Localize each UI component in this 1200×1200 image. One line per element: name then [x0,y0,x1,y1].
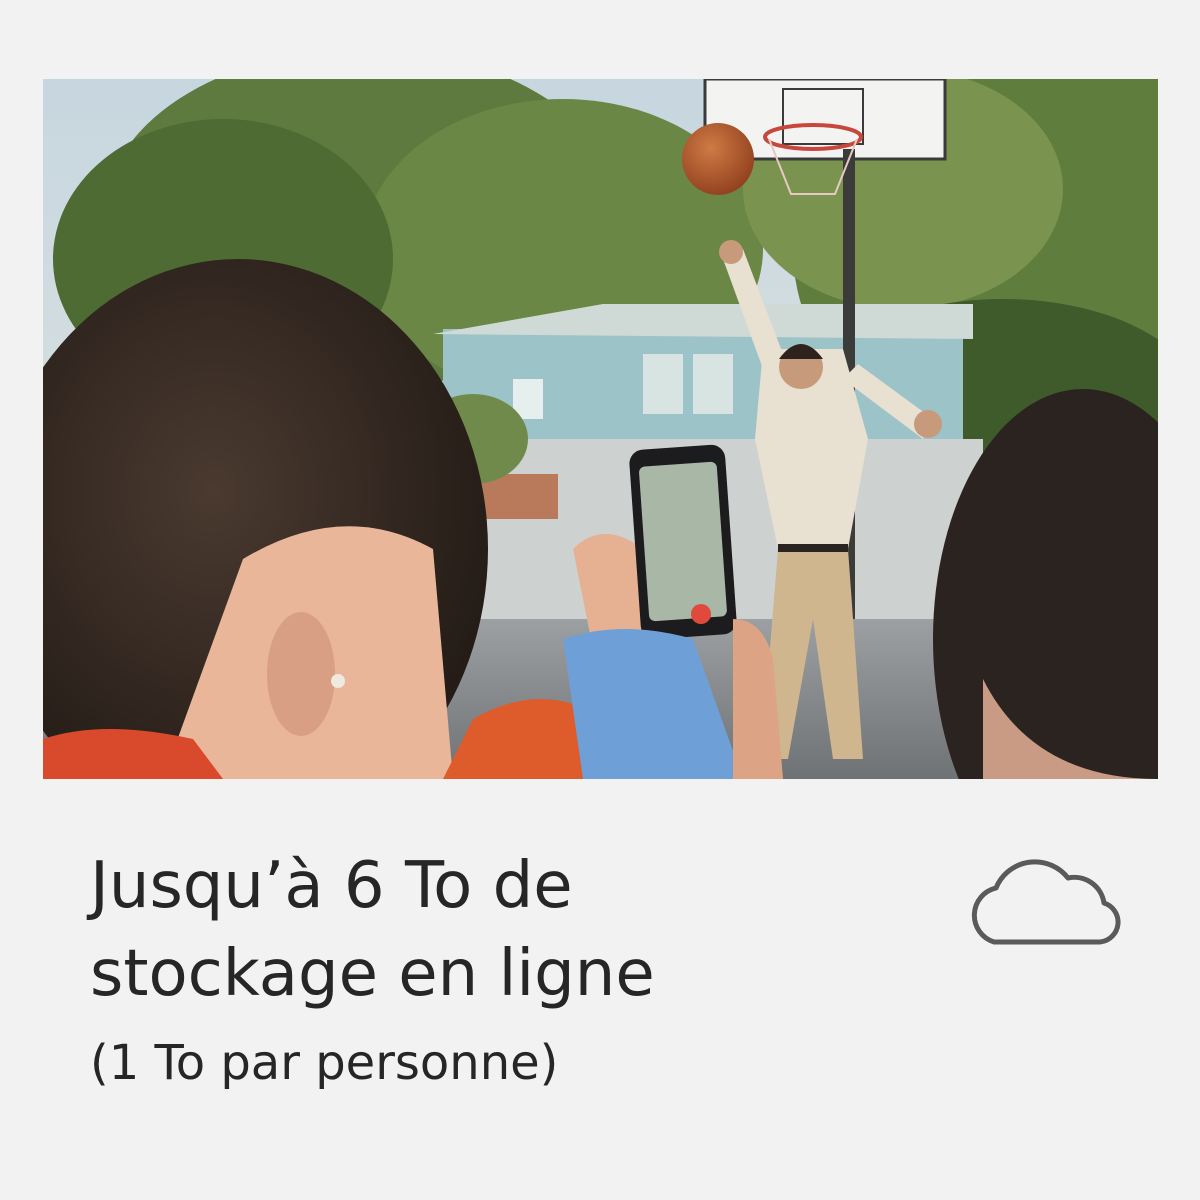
headline-line-1: Jusqu’à 6 To de [90,849,573,923]
cloud-icon [971,859,1121,945]
hero-photo [43,79,1158,779]
headline-line-2: stockage en ligne [90,937,655,1011]
headline: Jusqu’à 6 To de stockage en ligne [90,842,850,1018]
subline: (1 To par personne) [90,1035,559,1091]
hero-photo-illustration [43,79,1158,779]
promo-card: Jusqu’à 6 To de stockage en ligne (1 To … [0,0,1200,1200]
